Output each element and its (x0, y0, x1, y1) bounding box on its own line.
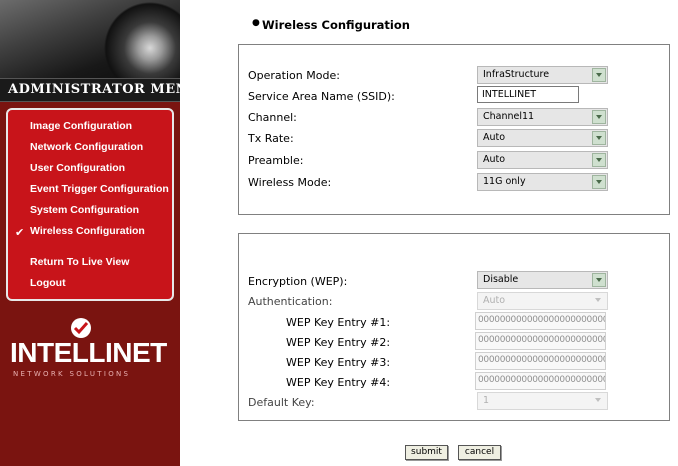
wep-key-2-label: WEP Key Entry #2: (286, 336, 391, 349)
menu-item-event-trigger-configuration[interactable]: Event Trigger Configuration (30, 183, 169, 195)
chevron-down-icon (592, 294, 606, 308)
encryption-label: Encryption (WEP): (248, 275, 348, 288)
operation-mode-label: Operation Mode: (248, 69, 340, 82)
tx-rate-label: Tx Rate: (248, 132, 294, 145)
wep-key-3-input: 00000000000000000000000000 (475, 352, 606, 370)
preamble-label: Preamble: (248, 154, 304, 167)
menu-item-system-configuration[interactable]: System Configuration (30, 204, 139, 216)
menu-item-network-configuration[interactable]: Network Configuration (30, 141, 143, 153)
sidebar: ADMINISTRATOR MENU Image Configuration N… (0, 0, 180, 466)
tx-rate-select[interactable]: Auto (477, 129, 608, 147)
intellinet-logo: INTELLINET NETWORK SOLUTIONS (10, 315, 175, 385)
wireless-mode-label: Wireless Mode: (248, 176, 332, 189)
menu-item-wireless-configuration[interactable]: Wireless Configuration (30, 225, 145, 237)
channel-label: Channel: (248, 111, 297, 124)
channel-select[interactable]: Channel11 (477, 108, 608, 126)
logo-check-badge-icon (71, 318, 91, 338)
wep-key-4-label: WEP Key Entry #4: (286, 376, 391, 389)
chevron-down-icon (592, 153, 606, 167)
authentication-label: Authentication: (248, 295, 333, 308)
cancel-button[interactable]: cancel (458, 445, 501, 460)
wep-key-4-input: 00000000000000000000000000 (475, 372, 606, 390)
ssid-input[interactable]: INTELLINET (477, 86, 579, 103)
wireless-mode-select[interactable]: 11G only (477, 173, 608, 191)
wep-key-2-input: 00000000000000000000000000 (475, 332, 606, 350)
chevron-down-icon (592, 175, 606, 189)
security-settings-panel: Encryption (WEP): Disable Authentication… (238, 233, 670, 421)
default-key-label: Default Key: (248, 396, 315, 409)
logo-subtitle: NETWORK SOLUTIONS (13, 370, 131, 378)
admin-menu-title: ADMINISTRATOR MENU (8, 82, 180, 97)
chevron-down-icon (592, 131, 606, 145)
chevron-down-icon (592, 273, 606, 287)
wireless-settings-panel: Operation Mode: InfraStructure Service A… (238, 44, 670, 215)
wep-key-1-label: WEP Key Entry #1: (286, 316, 391, 329)
authentication-select: Auto (477, 292, 608, 310)
page-title: Wireless Configuration (262, 18, 410, 32)
ssid-label: Service Area Name (SSID): (248, 90, 395, 103)
logo-text: INTELLINET (10, 337, 167, 368)
submit-button[interactable]: submit (405, 445, 448, 460)
chevron-down-icon (592, 394, 606, 408)
camera-photo (0, 0, 180, 78)
bullet-icon: ● (252, 18, 260, 28)
chevron-down-icon (592, 110, 606, 124)
wep-key-1-input: 00000000000000000000000000 (475, 312, 606, 330)
menu-item-return-to-live-view[interactable]: Return To Live View (30, 256, 129, 268)
check-icon: ✔ (15, 226, 25, 239)
menu-item-image-configuration[interactable]: Image Configuration (30, 120, 132, 132)
preamble-select[interactable]: Auto (477, 151, 608, 169)
admin-menu-header: ADMINISTRATOR MENU (0, 78, 180, 102)
chevron-down-icon (592, 68, 606, 82)
operation-mode-select[interactable]: InfraStructure (477, 66, 608, 84)
admin-menu: Image Configuration Network Configuratio… (6, 108, 174, 301)
menu-item-logout[interactable]: Logout (30, 277, 66, 289)
wep-key-3-label: WEP Key Entry #3: (286, 356, 391, 369)
default-key-select: 1 (477, 392, 608, 410)
menu-item-user-configuration[interactable]: User Configuration (30, 162, 125, 174)
encryption-select[interactable]: Disable (477, 271, 608, 289)
